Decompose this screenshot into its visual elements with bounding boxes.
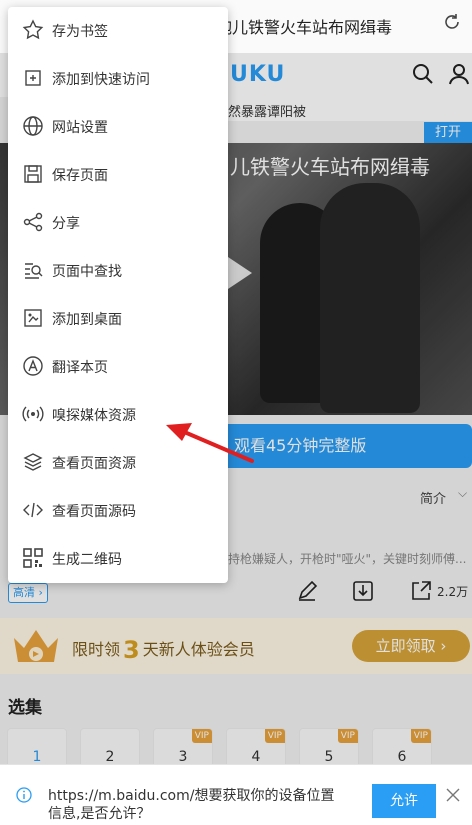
menu-item-bookmark[interactable]: 存为书签 [8,7,228,55]
media-sniff-icon [22,403,44,425]
close-icon[interactable] [445,787,461,803]
location-permission-bar: https://m.baidu.com/想要获取你的设备位置信息,是否允许？ 允… [0,764,472,825]
star-icon [22,19,44,41]
menu-item-label: 页面中查找 [52,264,122,280]
page-title: 老炮儿铁警火车站布网缉毒 [200,18,393,37]
qr-code-icon [22,547,44,569]
menu-item-find-in-page[interactable]: 页面中查找 [8,247,228,295]
menu-item-qr-code[interactable]: 生成二维码 [8,535,228,583]
translate-icon [22,355,44,377]
menu-item-quick-access[interactable]: 添加到快速访问 [8,55,228,103]
menu-item-label: 网站设置 [52,120,108,136]
menu-item-label: 添加到桌面 [52,312,122,328]
menu-item-label: 添加到快速访问 [52,72,150,88]
globe-icon [22,115,44,137]
save-icon [22,163,44,185]
share-icon [22,211,44,233]
layers-icon [22,451,44,473]
menu-item-translate[interactable]: 翻译本页 [8,343,228,391]
quick-access-icon [22,67,44,89]
menu-item-add-to-desktop[interactable]: 添加到桌面 [8,295,228,343]
menu-item-label: 分享 [52,216,80,232]
menu-item-label: 生成二维码 [52,552,122,568]
menu-item-share[interactable]: 分享 [8,199,228,247]
menu-item-label: 查看页面源码 [52,504,136,520]
menu-item-label: 存为书签 [52,24,108,40]
menu-item-save-page[interactable]: 保存页面 [8,151,228,199]
menu-item-label: 翻译本页 [52,360,108,376]
annotation-arrow [160,415,260,475]
refresh-icon[interactable] [442,12,462,32]
permission-message: https://m.baidu.com/想要获取你的设备位置信息,是否允许？ [48,788,335,822]
info-icon [16,787,32,803]
find-in-page-icon [22,259,44,281]
allow-button[interactable]: 允许 [372,784,436,818]
menu-item-label: 保存页面 [52,168,108,184]
add-to-desktop-icon [22,307,44,329]
menu-item-label: 查看页面资源 [52,456,136,472]
menu-item-page-source[interactable]: 查看页面源码 [8,487,228,535]
code-icon [22,499,44,521]
browser-menu: 存为书签 添加到快速访问 网站设置 保存页面 分享 页面中查找 添加到桌面 翻译… [8,7,228,583]
menu-item-site-settings[interactable]: 网站设置 [8,103,228,151]
menu-item-label: 嗅探媒体资源 [52,408,136,424]
